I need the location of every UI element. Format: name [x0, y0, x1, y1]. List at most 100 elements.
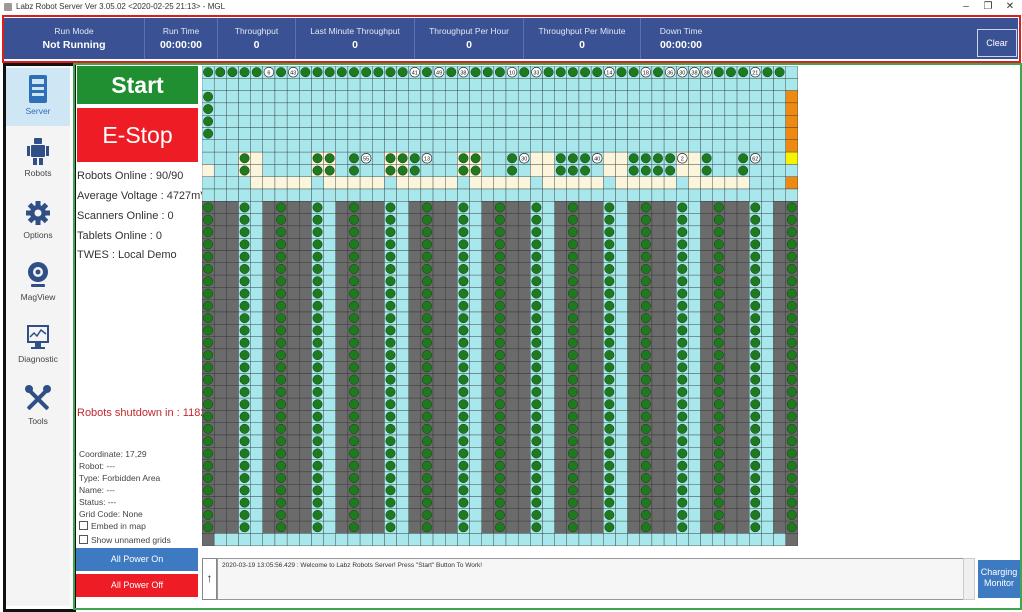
- robot-marker: [786, 202, 797, 213]
- stat-label: Run Mode: [54, 26, 94, 36]
- map-cell: [615, 164, 628, 177]
- map-cell: [736, 533, 750, 546]
- window-titlebar: Labz Robot Server Ver 3.05.02 <2020-02-2…: [0, 0, 1022, 14]
- map-cell: [335, 225, 349, 239]
- robot-marker: [312, 214, 323, 225]
- warehouse-map[interactable]: 6 43 41 49 38 10 33 14 18 36 30 38 38 2155 13 30 40 2 62: [202, 66, 798, 546]
- map-cell: [323, 434, 336, 448]
- map-cell: [651, 361, 665, 374]
- all-power-off-button[interactable]: All Power Off: [76, 574, 198, 597]
- checkbox-box[interactable]: [79, 535, 88, 544]
- sidebar-item-options[interactable]: Options: [6, 192, 70, 250]
- map-cell: [396, 434, 409, 448]
- map-cell: [262, 422, 276, 436]
- robot-marker: [531, 473, 542, 483]
- map-cell: [663, 102, 677, 116]
- estop-button[interactable]: E-Stop: [77, 108, 198, 162]
- map-cell: [773, 262, 786, 276]
- stat-run-time: Run Time 00:00:00: [145, 18, 218, 59]
- window-title: Labz Robot Server Ver 3.05.02 <2020-02-2…: [16, 2, 226, 11]
- log-scrollbar[interactable]: [963, 558, 975, 600]
- map-cell: [700, 471, 713, 485]
- map-cell: [761, 201, 774, 214]
- map-cell: [773, 213, 786, 227]
- robot-marker: [385, 337, 396, 348]
- map-cell: [286, 508, 300, 522]
- map-cell: [554, 274, 567, 288]
- maximize-button[interactable]: ❐: [978, 0, 998, 14]
- map-cell: [432, 78, 446, 91]
- map-cell: [688, 201, 701, 214]
- map-cell: [749, 533, 762, 546]
- log-expand-button[interactable]: ↑: [202, 558, 217, 600]
- sidebar-item-robots[interactable]: Robots: [6, 130, 70, 188]
- robot-marker: [567, 374, 578, 385]
- sidebar-item-tools[interactable]: Tools: [6, 378, 70, 436]
- map-cell: [517, 520, 531, 534]
- map-cell: [213, 484, 227, 497]
- map-cell: [627, 225, 640, 239]
- map-cell: [542, 176, 555, 190]
- robot-marker: [567, 264, 578, 274]
- map-cell: [615, 127, 628, 140]
- robot-marker: [640, 374, 651, 385]
- map-cell: [262, 459, 276, 473]
- robot-marker: [422, 227, 432, 238]
- map-cell: [359, 496, 373, 509]
- map-cell: [615, 225, 628, 239]
- map-cell: [372, 115, 385, 128]
- sidebar-item-diagnostic[interactable]: Diagnostic: [6, 316, 70, 374]
- robot-marker: [640, 362, 651, 373]
- map-cell: [286, 78, 300, 91]
- map-cell: [505, 262, 519, 276]
- robot-marker: [604, 264, 615, 274]
- map-cell: [517, 299, 531, 313]
- map-cell: [688, 311, 701, 325]
- map-cell: [773, 348, 786, 362]
- map-cell: [323, 201, 336, 214]
- robot-marker: [458, 165, 469, 176]
- map-cell: [615, 348, 628, 362]
- robot-marker: [555, 165, 566, 176]
- map-cell: [396, 139, 409, 153]
- robot-marker: [786, 510, 797, 520]
- map-cell: [286, 471, 300, 485]
- show-unnamed-grids-checkbox[interactable]: Show unnamed grids: [79, 535, 171, 545]
- map-cell: [286, 311, 300, 325]
- map-cell: [615, 336, 628, 350]
- robot-marker: [312, 485, 323, 496]
- map-cell: [359, 311, 373, 325]
- map-cell: [724, 336, 738, 350]
- close-button[interactable]: ✕: [1000, 0, 1020, 14]
- all-power-on-button[interactable]: All Power On: [76, 548, 198, 571]
- map-cell: [286, 127, 300, 140]
- map-cell: [262, 348, 276, 362]
- embed-in-map-checkbox[interactable]: Embed in map: [79, 521, 146, 531]
- map-cell: [517, 311, 531, 325]
- charging-monitor-button[interactable]: Charging Monitor: [978, 560, 1020, 598]
- map-cell: [590, 164, 604, 177]
- robot-marker: [604, 362, 615, 373]
- map-cell: [481, 348, 495, 362]
- map-cell: [590, 447, 604, 460]
- clear-button[interactable]: Clear: [977, 29, 1017, 57]
- sidebar-item-magview[interactable]: MagView: [6, 254, 70, 312]
- start-button[interactable]: Start: [77, 66, 198, 104]
- minimize-button[interactable]: –: [956, 0, 976, 14]
- map-cell: [445, 471, 458, 485]
- sidebar-item-server[interactable]: Server: [6, 68, 70, 126]
- map-cell: [578, 238, 592, 251]
- robot-marker: [494, 325, 505, 336]
- map-cell: [542, 188, 555, 202]
- robot-marker: [385, 214, 396, 225]
- map-cell: [469, 225, 482, 239]
- robot-marker: [470, 165, 481, 176]
- checkbox-box[interactable]: [79, 521, 88, 530]
- map-cell: [335, 422, 349, 436]
- robot-marker: [494, 214, 505, 225]
- robot-id-label: 40: [594, 157, 600, 163]
- robot-marker: [385, 165, 396, 176]
- map-cell: [627, 484, 640, 497]
- robot-marker: [203, 497, 214, 508]
- map-cell: [505, 324, 519, 337]
